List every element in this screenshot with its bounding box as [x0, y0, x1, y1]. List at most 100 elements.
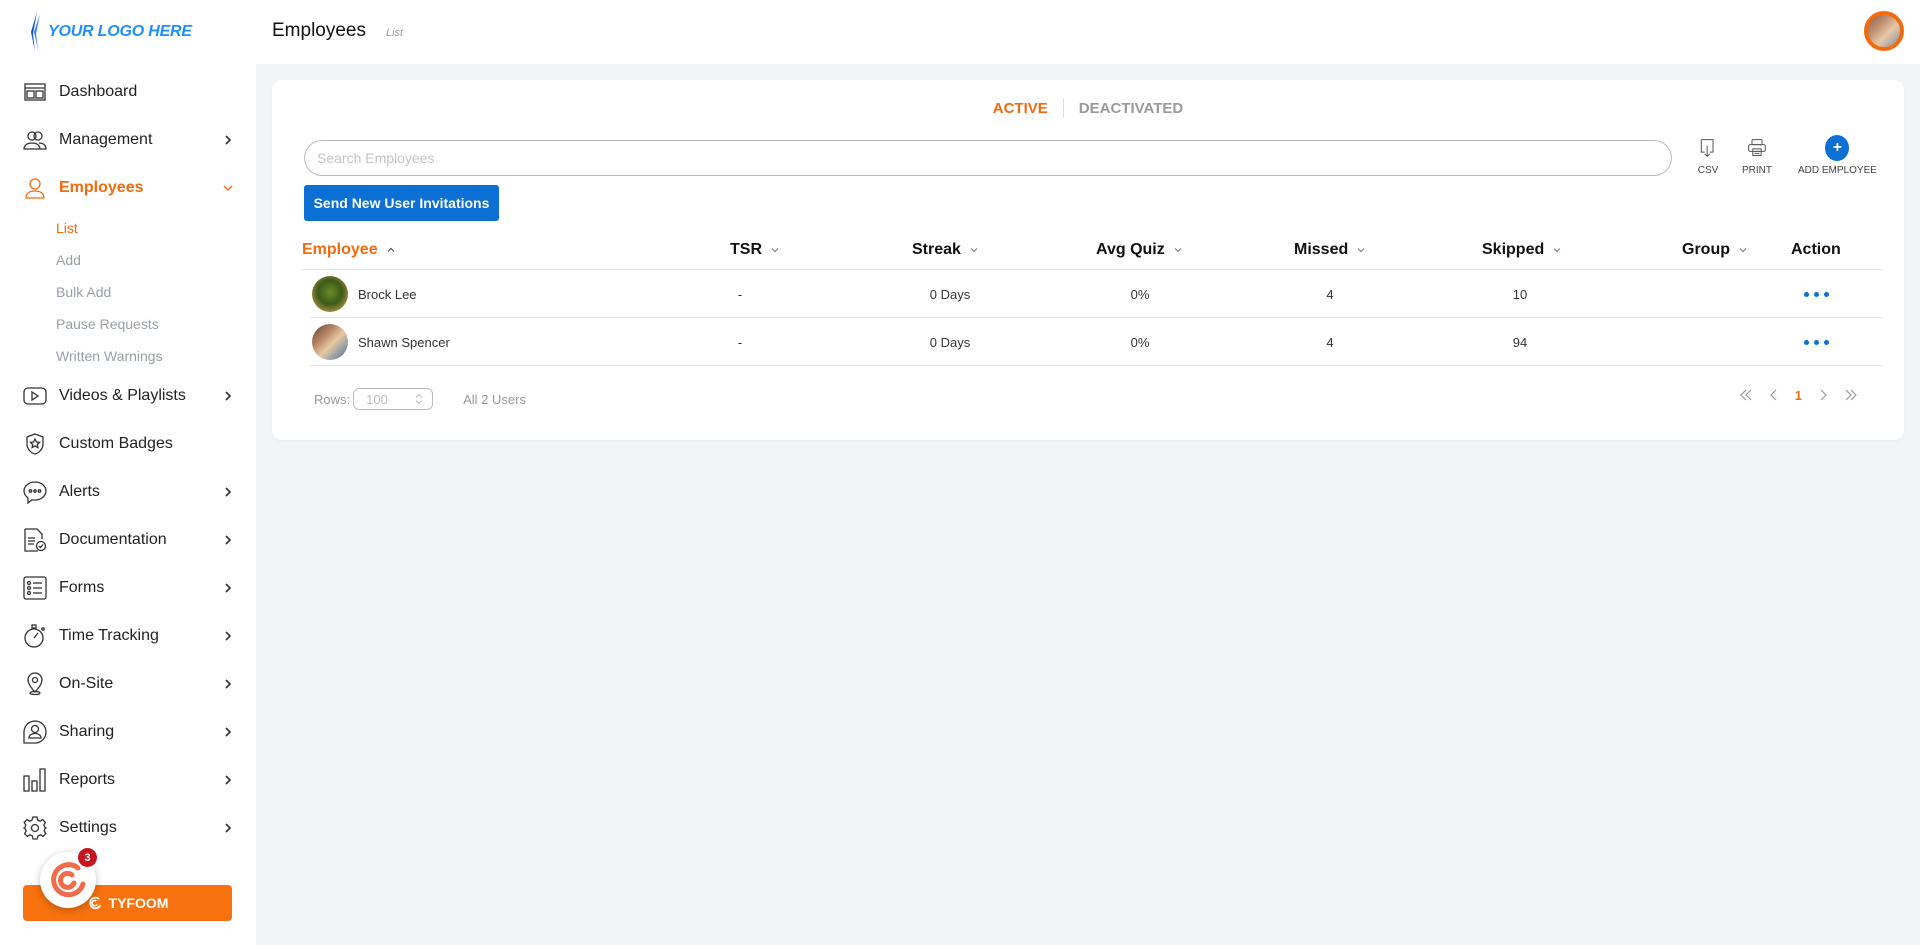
sidebar-item-reports[interactable]: Reports	[0, 756, 256, 804]
sidebar-item-label: Custom Badges	[59, 435, 173, 452]
document-check-icon	[22, 527, 48, 553]
sidebar-item-label: Management	[59, 131, 153, 148]
tyfoom-button-label: TYFOOM	[108, 895, 169, 911]
more-icon	[1804, 291, 1829, 297]
column-label: Streak	[912, 241, 961, 258]
sidebar-item-management[interactable]: Management	[0, 116, 256, 164]
chevron-right-icon	[225, 391, 232, 401]
pagination: 1	[1739, 386, 1858, 404]
sort-icon	[1174, 248, 1182, 253]
user-avatar[interactable]	[1864, 11, 1904, 51]
chevron-left-icon	[1769, 389, 1777, 401]
rows-select[interactable]: 100	[353, 388, 434, 410]
chevron-right-icon	[225, 775, 232, 785]
csv-label: CSV	[1697, 165, 1719, 176]
prev-page-button[interactable]	[1767, 386, 1781, 404]
sidebar: YOUR LOGO HERE Dashboard Management Empl…	[0, 0, 256, 945]
sidebar-item-dashboard[interactable]: Dashboard	[0, 68, 256, 116]
sidebar-item-custom-badges[interactable]: Custom Badges	[0, 420, 256, 468]
subnav-item-bulk-add[interactable]: Bulk Add	[56, 276, 256, 308]
subnav-item-add[interactable]: Add	[56, 244, 256, 276]
sidebar-item-label: Documentation	[59, 531, 167, 548]
logo[interactable]: YOUR LOGO HERE	[28, 12, 192, 52]
users-icon	[22, 127, 48, 153]
play-icon	[22, 383, 48, 409]
column-header-avg-quiz[interactable]: Avg Quiz	[1096, 230, 1183, 270]
column-label: Missed	[1294, 241, 1349, 258]
sidebar-item-settings[interactable]: Settings	[0, 804, 256, 852]
sidebar-item-documentation[interactable]: Documentation	[0, 516, 256, 564]
subnav-item-list[interactable]: List	[56, 212, 256, 244]
sort-icon	[1553, 248, 1561, 253]
sort-asc-icon	[387, 247, 395, 252]
add-icon: +	[1825, 135, 1850, 161]
badge-icon	[22, 431, 48, 457]
form-list-icon	[22, 575, 48, 601]
column-header-employee[interactable]: Employee	[302, 230, 396, 270]
subnav-item-written-warnings[interactable]: Written Warnings	[56, 340, 256, 372]
chevron-right-icon	[1820, 389, 1827, 401]
sidebar-item-employees[interactable]: Employees	[0, 164, 256, 212]
current-page[interactable]: 1	[1795, 388, 1802, 403]
table-header: Employee TSR Streak Avg Quiz Missed Skip…	[302, 230, 1882, 270]
chevron-right-icon	[225, 487, 232, 497]
table-row[interactable]: Shawn Spencer - 0 Days 0% 4 94	[310, 318, 1882, 366]
column-header-streak[interactable]: Streak	[912, 230, 979, 270]
search-input[interactable]	[304, 140, 1672, 176]
sidebar-item-sharing[interactable]: Sharing	[0, 708, 256, 756]
rows-per-page: Rows: 100 All 2 Users	[314, 388, 526, 410]
sidebar-item-videos-playlists[interactable]: Videos & Playlists	[0, 372, 256, 420]
add-employee-button[interactable]: + ADD EMPLOYEE	[1798, 135, 1877, 176]
column-header-group[interactable]: Group	[1682, 230, 1748, 270]
chevron-down-icon	[223, 185, 233, 191]
tab-deactivated[interactable]: DEACTIVATED	[1064, 100, 1198, 117]
employees-table: Employee TSR Streak Avg Quiz Missed Skip…	[302, 230, 1882, 366]
chevron-right-icon	[225, 823, 232, 833]
add-employee-label: ADD EMPLOYEE	[1798, 165, 1877, 176]
gear-icon	[22, 815, 48, 841]
column-header-tsr[interactable]: TSR	[730, 230, 780, 270]
row-actions-button[interactable]	[1804, 270, 1829, 318]
skipped-cell: 94	[1512, 334, 1528, 350]
subnav-item-pause-requests[interactable]: Pause Requests	[56, 308, 256, 340]
tyfoom-logo-icon	[51, 862, 86, 898]
column-label: TSR	[730, 241, 762, 258]
print-button[interactable]: PRINT	[1742, 136, 1772, 176]
print-label: PRINT	[1742, 165, 1772, 176]
avg-quiz-cell: 0%	[1130, 286, 1150, 302]
page-title: Employees	[272, 20, 366, 41]
employees-subnav: List Add Bulk Add Pause Requests Written…	[0, 212, 256, 372]
column-header-missed[interactable]: Missed	[1294, 230, 1366, 270]
location-pin-icon	[22, 671, 48, 697]
last-page-button[interactable]	[1844, 386, 1858, 404]
table-row[interactable]: Brock Lee - 0 Days 0% 4 10	[310, 270, 1882, 318]
sidebar-item-label: Alerts	[59, 483, 100, 500]
sidebar-item-label: Employees	[59, 179, 144, 196]
sidebar-nav: Dashboard Management Employees List Add …	[0, 68, 256, 852]
printer-icon	[1745, 136, 1769, 160]
chevron-right-icon	[225, 583, 232, 593]
sidebar-item-time-tracking[interactable]: Time Tracking	[0, 612, 256, 660]
tab-active[interactable]: ACTIVE	[978, 100, 1063, 117]
employee-cell[interactable]: Shawn Spencer	[312, 318, 450, 366]
column-label: Skipped	[1482, 241, 1545, 258]
tsr-cell: -	[737, 286, 743, 302]
first-page-button[interactable]	[1739, 386, 1753, 404]
row-actions-button[interactable]	[1804, 318, 1829, 366]
streak-cell: 0 Days	[929, 286, 971, 302]
send-invitations-button[interactable]: Send New User Invitations	[304, 185, 499, 221]
column-header-skipped[interactable]: Skipped	[1482, 230, 1562, 270]
sidebar-item-on-site[interactable]: On-Site	[0, 660, 256, 708]
employee-cell[interactable]: Brock Lee	[312, 270, 417, 318]
group-cell	[1670, 270, 1770, 318]
top-header: Employees List	[256, 0, 1920, 64]
sort-icon	[1357, 248, 1365, 253]
csv-export-button[interactable]: CSV	[1696, 136, 1720, 176]
next-page-button[interactable]	[1816, 386, 1830, 404]
sidebar-item-alerts[interactable]: Alerts	[0, 468, 256, 516]
chevron-right-icon	[225, 631, 232, 641]
skipped-cell: 10	[1512, 286, 1528, 302]
chat-bubble-icon	[22, 479, 48, 505]
sidebar-item-forms[interactable]: Forms	[0, 564, 256, 612]
chevron-right-icon	[225, 135, 232, 145]
